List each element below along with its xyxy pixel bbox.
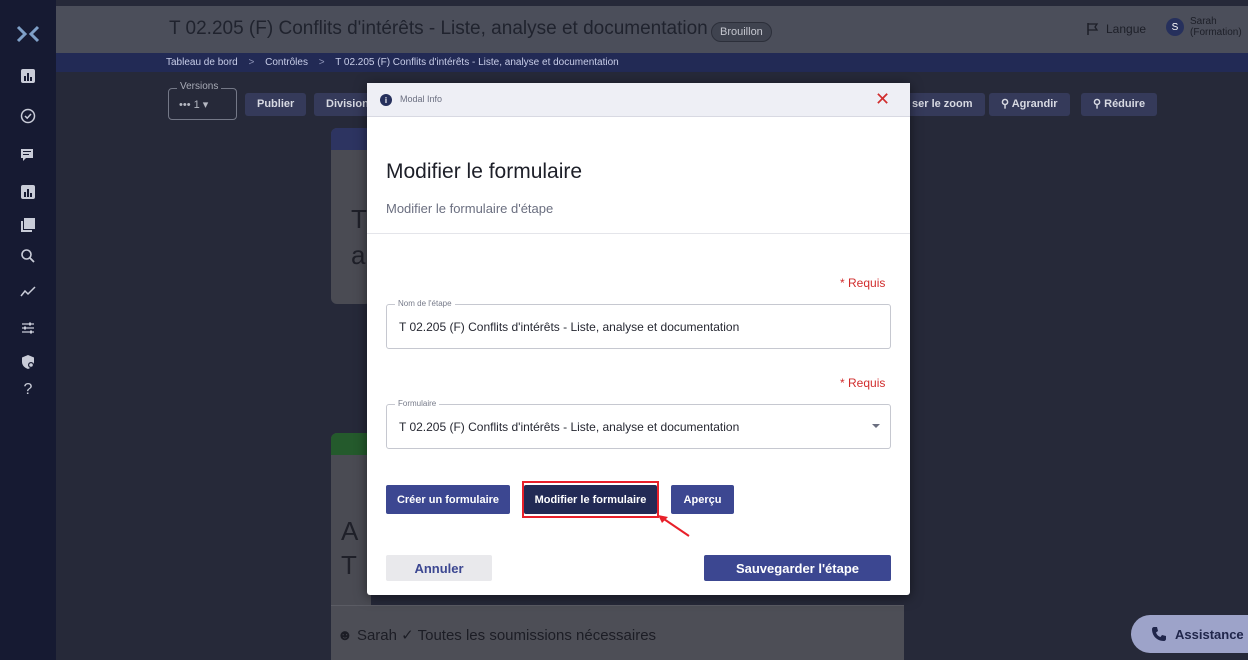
avatar: S [1166,18,1184,36]
phone-icon [1152,627,1166,641]
shield-settings-icon[interactable] [18,352,38,372]
pointer-arrow-icon [658,515,690,537]
assistance-label: Assistance [1175,626,1244,642]
form-select-value: T 02.205 (F) Conflits d'intérêts - Liste… [399,420,740,434]
step-card-text: A [341,516,359,546]
user-menu[interactable]: S Sarah (Formation) [1166,16,1242,38]
step-card: A T [331,433,371,605]
flag-icon [1087,23,1099,35]
info-icon: i [380,94,392,106]
step-card-text: a [351,240,366,270]
library-icon[interactable] [18,215,38,235]
modal-subtitle: Modifier le formulaire d'étape [386,201,554,216]
app-logo-icon [16,25,40,43]
versions-label: Versions [177,81,222,92]
chevron-down-icon [872,424,880,428]
versions-value: ••• 1 ▾ [179,99,209,111]
save-step-button[interactable]: Sauvegarder l'étape [704,555,891,581]
zoom-out-icon: ⚲ [1093,98,1105,110]
division-button[interactable]: Division [314,93,373,116]
step-name-label: Nom de l'étape [395,299,455,308]
modal-title: Modifier le formulaire [386,160,583,183]
highlight-box [522,481,659,518]
assistance-button[interactable]: Assistance [1131,615,1248,653]
step-card-strip [331,433,371,455]
required-label: * Requis [840,276,886,290]
step-name-field[interactable]: Nom de l'étape T 02.205 (F) Conflits d'i… [386,299,891,349]
language-selector[interactable]: Langue [1086,22,1146,36]
status-badge: Brouillon [711,22,772,42]
nav-rail: ? [0,0,56,660]
top-header: T 02.205 (F) Conflits d'intérêts - Liste… [56,6,1248,53]
modal-header-label: Modal Info [400,94,443,104]
language-label: Langue [1106,22,1147,36]
breadcrumb: Tableau de bord > Contrôles > T 02.205 (… [56,53,1248,72]
zoom-out-label: Réduire [1104,98,1146,110]
close-icon[interactable]: ✕ [875,89,890,109]
reset-zoom-button[interactable]: ser le zoom [910,93,985,116]
edit-form-modal: i Modal Info ✕ Modifier le formulaire Mo… [367,83,910,595]
step-name-value: T 02.205 (F) Conflits d'intérêts - Liste… [399,320,740,334]
modal-header: i Modal Info ✕ [367,83,910,117]
step-card-footer-text: ☻ Sarah ✓ Toutes les soumissions nécessa… [337,626,656,644]
step-card-text: T [341,550,357,580]
zoom-out-button[interactable]: ⚲ Réduire [1081,93,1158,116]
step-card-text: T [351,204,367,234]
breadcrumb-separator: > [248,57,255,68]
reports-icon[interactable] [18,182,38,202]
required-label: * Requis [840,376,886,390]
user-name-line2: (Formation) [1190,27,1242,38]
cancel-button[interactable]: Annuler [386,555,492,581]
publish-button[interactable]: Publier [245,93,307,116]
breadcrumb-item-current: T 02.205 (F) Conflits d'intérêts - Liste… [335,57,619,68]
dashboard-icon[interactable] [18,66,38,86]
create-form-button[interactable]: Créer un formulaire [386,485,510,514]
breadcrumb-separator: > [318,57,325,68]
check-circle-icon[interactable] [18,106,38,126]
versions-select[interactable]: Versions ••• 1 ▾ [168,81,237,120]
step-card-footer: ☻ Sarah ✓ Toutes les soumissions nécessa… [331,605,904,660]
form-select[interactable]: Formulaire T 02.205 (F) Conflits d'intér… [386,399,891,449]
step-card-strip [331,128,371,150]
breadcrumb-item-controls[interactable]: Contrôles [265,57,308,68]
breadcrumb-item-dashboard[interactable]: Tableau de bord [166,57,238,68]
zoom-in-label: Agrandir [1011,98,1058,110]
form-select-label: Formulaire [395,399,440,408]
user-circle-icon: ☻ [337,627,357,644]
zoom-in-button[interactable]: ⚲ Agrandir [989,93,1070,116]
comments-icon[interactable] [18,145,38,165]
step-card: T a [331,128,371,304]
settings-sliders-icon[interactable] [18,318,38,338]
zoom-in-icon: ⚲ [1001,98,1012,110]
footer-status-text: Sarah ✓ Toutes les soumissions nécessair… [356,627,657,644]
user-name-line1: Sarah [1190,16,1217,27]
user-name: Sarah (Formation) [1190,16,1242,38]
help-icon[interactable]: ? [18,380,38,400]
trend-icon[interactable] [18,282,38,302]
page-title: T 02.205 (F) Conflits d'intérêts - Liste… [169,18,708,39]
search-icon[interactable] [18,246,38,266]
divider [367,233,910,234]
preview-button[interactable]: Aperçu [671,485,734,514]
